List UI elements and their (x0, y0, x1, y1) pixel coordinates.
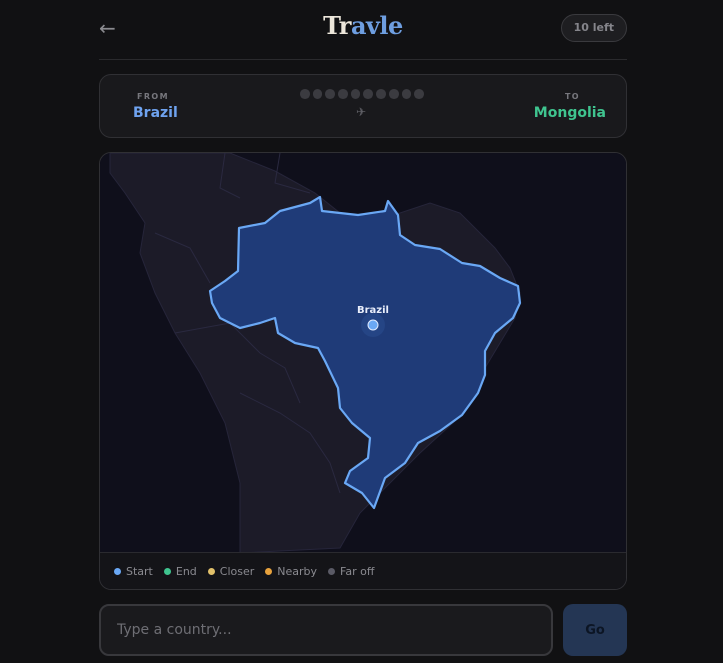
guess-slot-dot (401, 89, 412, 99)
map-legend: Start End Closer Nearby Far off (100, 552, 626, 589)
map-view[interactable]: Brazil Start End Closer Nearby Far off (99, 152, 627, 590)
brazil-map-label: Brazil (357, 305, 389, 316)
legend-swatch (114, 567, 121, 575)
guess-slot-dot (350, 89, 361, 99)
guess-slot-dot (388, 89, 399, 99)
legend-swatch (328, 567, 336, 575)
legend-label: Start (126, 564, 153, 578)
plane-icon: ✈ (356, 105, 367, 119)
legend-swatch (207, 567, 215, 575)
legend-label: Nearby (277, 564, 318, 578)
logo-text-primary: Tr (323, 11, 351, 40)
to-country: Mongolia (533, 105, 606, 121)
guess-slot-dot (363, 89, 374, 99)
brazil-marker (367, 319, 379, 331)
guess-progress-dots (300, 89, 424, 99)
legend-label: Closer (219, 564, 255, 578)
guess-slot-dot (414, 89, 424, 99)
map-canvas[interactable]: Brazil (100, 153, 626, 553)
country-input[interactable] (99, 604, 553, 656)
legend-swatch (265, 567, 273, 575)
to-label: TO (564, 92, 580, 101)
legend-item: Nearby (265, 565, 317, 578)
legend-label: End (175, 564, 197, 578)
legend-swatch (163, 567, 171, 575)
app-logo: Travle (99, 11, 627, 40)
guess-slot-dot (338, 89, 348, 99)
go-button[interactable]: Go (563, 604, 627, 656)
guess-slot-dot (325, 89, 336, 99)
legend-item: Closer (207, 564, 255, 578)
from-label: FROM (137, 92, 169, 101)
logo-text-accent: avle (350, 11, 403, 40)
route-card: FROM Brazil ✈ TO Mongolia (99, 74, 627, 138)
guess-form: Go (99, 604, 627, 656)
guesses-left-badge: 10 left (560, 14, 627, 42)
legend-item: Start (114, 565, 153, 578)
guess-slot-dot (300, 89, 310, 99)
legend-label: Far off (340, 564, 375, 578)
guess-slot-dot (312, 89, 323, 99)
guess-slot-dot (376, 89, 386, 99)
from-country: Brazil (133, 105, 178, 121)
top-bar: ← Travle 10 left (99, 0, 627, 60)
legend-item: Far off (328, 565, 374, 578)
legend-item: End (163, 564, 197, 578)
